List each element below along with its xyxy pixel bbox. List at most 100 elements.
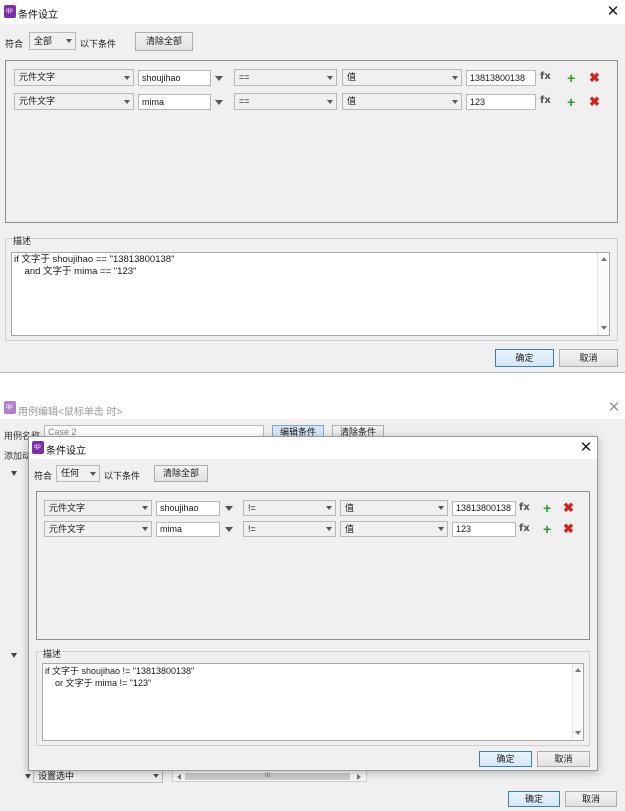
- row1-target-field[interactable]: shoujihao: [138, 70, 211, 86]
- bottom-row2-target-type-select[interactable]: 元件文字: [44, 521, 152, 537]
- bottom-conditions-panel: 元件文字 shoujihao != 值 13813800138 fx + ✖ 元…: [36, 491, 590, 640]
- case-editor-title: 用例编辑<鼠标单击 时>: [18, 407, 123, 418]
- bottom-scroll-down-icon[interactable]: [575, 731, 581, 735]
- case-editor-titlebar: 用例编辑<鼠标单击 时> ✕: [0, 397, 625, 419]
- add-action-label: 添加动: [4, 451, 32, 461]
- dialog-title: 条件设立: [18, 10, 58, 21]
- app-icon: [4, 5, 16, 18]
- scroll-left-icon[interactable]: [177, 774, 181, 780]
- row2-value-type-value: 值: [347, 96, 357, 106]
- row2-operator-select[interactable]: ==: [234, 93, 337, 110]
- bottom-scroll-up-icon[interactable]: [575, 668, 581, 672]
- bottom-row2-fx-icon[interactable]: fx: [519, 523, 530, 534]
- bottom-condition-dialog: 条件设立 ✕ 符合 任何 以下条件 清除全部 元件文字 shoujihao !=…: [28, 436, 598, 771]
- row1-value-field[interactable]: 13813800138: [466, 70, 536, 86]
- tree-expander-2-icon[interactable]: [11, 653, 17, 658]
- row2-value-field[interactable]: 123: [466, 94, 536, 110]
- case-editor-ok-button[interactable]: 确定: [508, 791, 560, 807]
- clear-all-button[interactable]: 清除全部: [135, 32, 193, 51]
- row2-fx-icon[interactable]: fx: [540, 95, 551, 106]
- row1-value-type-select[interactable]: 值: [342, 69, 462, 86]
- bottom-row2-operator-select[interactable]: !=: [243, 521, 336, 537]
- description-scrollbar[interactable]: [597, 253, 609, 335]
- description-label: 描述: [12, 234, 33, 247]
- row2-target-type-select[interactable]: 元件文字: [14, 93, 134, 110]
- bottom-clear-all-button[interactable]: 清除全部: [154, 465, 208, 482]
- bottom-description-text[interactable]: if 文字于 shoujihao != "13813800138" or 文字于…: [42, 663, 584, 741]
- bottom-row1-target-field[interactable]: shoujihao: [156, 501, 220, 516]
- bottom-row1-add-condition-icon[interactable]: +: [543, 501, 551, 515]
- row1-target-dropdown-icon[interactable]: [215, 76, 223, 81]
- bottom-row1-operator-value: !=: [248, 503, 256, 513]
- bottom-close-icon[interactable]: ✕: [579, 440, 593, 455]
- tree-expander-3-icon[interactable]: [25, 774, 31, 779]
- row2-add-condition-icon[interactable]: +: [567, 95, 575, 109]
- row1-add-condition-icon[interactable]: +: [567, 71, 575, 85]
- bottom-row2-target-field[interactable]: mima: [156, 522, 220, 537]
- bottom-match-select-value: 任何: [61, 468, 80, 478]
- row1-remove-condition-icon[interactable]: ✖: [589, 71, 600, 84]
- bottom-match-suffix-label: 以下条件: [104, 471, 141, 481]
- bottom-row1-target-type-value: 元件文字: [49, 503, 86, 513]
- row2-value-type-select[interactable]: 值: [342, 93, 462, 110]
- case-editor-cancel-button[interactable]: 取消: [565, 791, 617, 807]
- row1-target-type-select[interactable]: 元件文字: [14, 69, 134, 86]
- row1-value-type-value: 值: [347, 72, 357, 82]
- row1-fx-icon[interactable]: fx: [540, 71, 551, 82]
- cancel-button[interactable]: 取消: [559, 349, 618, 367]
- match-select-value: 全部: [34, 36, 53, 46]
- bottom-description-scrollbar[interactable]: [572, 664, 583, 740]
- scroll-up-icon[interactable]: [601, 257, 607, 261]
- top-titlebar: 条件设立 ✕: [0, 0, 625, 24]
- row2-target-type-value: 元件文字: [19, 96, 56, 106]
- close-icon[interactable]: ✕: [605, 4, 621, 20]
- bottom-row2-value-field[interactable]: 123: [452, 522, 516, 537]
- row1-target-type-value: 元件文字: [19, 72, 56, 82]
- bottom-row2-value-type-value: 值: [345, 524, 355, 534]
- bottom-row2-target-dropdown-icon[interactable]: [225, 527, 233, 532]
- description-text[interactable]: if 文字于 shoujihao == "13813800138" and 文字…: [11, 252, 610, 336]
- scroll-thumb[interactable]: III: [185, 773, 350, 780]
- bottom-ok-button[interactable]: 确定: [479, 751, 532, 767]
- bottom-row1-fx-icon[interactable]: fx: [519, 502, 530, 513]
- ok-button[interactable]: 确定: [495, 349, 554, 367]
- conditions-panel: 元件文字 shoujihao == 值 13813800138 fx + ✖ 元…: [5, 60, 618, 223]
- bottom-titlebar: 条件设立 ✕: [29, 437, 597, 459]
- bottom-row1-value-type-value: 值: [345, 503, 355, 513]
- top-condition-dialog: 条件设立 ✕ 符合 全部 以下条件 清除全部 元件文字 shoujihao ==…: [0, 0, 625, 372]
- bottom-row2-remove-condition-icon[interactable]: ✖: [563, 522, 574, 535]
- horizontal-scrollbar[interactable]: III: [172, 770, 367, 782]
- set-selected-select[interactable]: 设置选中: [33, 769, 163, 783]
- match-label: 符合: [5, 39, 24, 49]
- scroll-thumb-grip: III: [264, 773, 270, 779]
- bottom-row1-remove-condition-icon[interactable]: ✖: [563, 501, 574, 514]
- case-editor-close-icon[interactable]: ✕: [607, 400, 621, 415]
- bottom-dialog-title: 条件设立: [46, 446, 86, 457]
- bottom-row2-target-type-value: 元件文字: [49, 524, 86, 534]
- bottom-row1-value-type-select[interactable]: 值: [340, 500, 448, 516]
- bottom-row2-operator-value: !=: [248, 524, 256, 534]
- bottom-row2-add-condition-icon[interactable]: +: [543, 522, 551, 536]
- bottom-description-label: 描述: [42, 647, 63, 660]
- bottom-row1-operator-select[interactable]: !=: [243, 500, 336, 516]
- bottom-cancel-button[interactable]: 取消: [537, 751, 590, 767]
- separator: [0, 372, 625, 373]
- case-editor-app-icon: [4, 401, 16, 414]
- bottom-row1-value-field[interactable]: 13813800138: [452, 501, 516, 516]
- tree-expander-1-icon[interactable]: [11, 471, 17, 476]
- row2-target-dropdown-icon[interactable]: [215, 100, 223, 105]
- row2-target-field[interactable]: mima: [138, 94, 211, 110]
- bottom-row1-target-type-select[interactable]: 元件文字: [44, 500, 152, 516]
- match-suffix-label: 以下条件: [80, 39, 117, 49]
- match-select[interactable]: 全部: [29, 32, 76, 50]
- scroll-right-icon[interactable]: [357, 774, 361, 780]
- bottom-match-select[interactable]: 任何: [56, 465, 100, 482]
- bottom-row2-value-type-select[interactable]: 值: [340, 521, 448, 537]
- row1-operator-value: ==: [239, 72, 250, 82]
- bottom-row1-target-dropdown-icon[interactable]: [225, 506, 233, 511]
- row1-operator-select[interactable]: ==: [234, 69, 337, 86]
- scroll-down-icon[interactable]: [601, 326, 607, 330]
- row2-operator-value: ==: [239, 96, 250, 106]
- bottom-match-label: 符合: [34, 471, 53, 481]
- row2-remove-condition-icon[interactable]: ✖: [589, 95, 600, 108]
